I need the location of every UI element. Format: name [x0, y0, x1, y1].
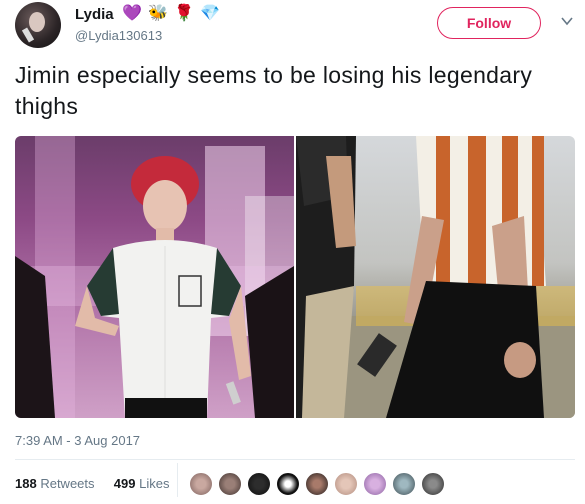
- likes-stat[interactable]: 499 Likes: [114, 476, 170, 491]
- retweets-count: 188: [15, 476, 37, 491]
- liker-avatar[interactable]: [421, 472, 445, 496]
- retweets-label: Retweets: [40, 476, 95, 491]
- retweets-stat[interactable]: 188 Retweets: [15, 476, 98, 491]
- liker-avatar[interactable]: [247, 472, 271, 496]
- liker-avatar[interactable]: [189, 472, 213, 496]
- purple-heart-emoji: 💜: [122, 5, 142, 22]
- user-avatar[interactable]: [15, 2, 61, 48]
- rose-emoji: 🌹: [174, 5, 194, 22]
- liker-avatar[interactable]: [334, 472, 358, 496]
- liker-avatar[interactable]: [305, 472, 329, 496]
- liker-avatar[interactable]: [218, 472, 242, 496]
- liker-avatar[interactable]: [392, 472, 416, 496]
- media-image-left[interactable]: [15, 136, 294, 418]
- user-display-name[interactable]: Lydia: [75, 6, 114, 23]
- liker-avatar[interactable]: [363, 472, 387, 496]
- tweet-timestamp[interactable]: 7:39 AM - 3 Aug 2017: [15, 433, 140, 448]
- chevron-down-icon[interactable]: [560, 14, 574, 28]
- tweet-stats: 188 Retweets 499 Likes: [15, 476, 169, 491]
- likes-count: 499: [113, 476, 136, 491]
- stats-divider: [15, 459, 575, 460]
- avatar-face: [29, 12, 45, 32]
- follow-button[interactable]: Follow: [437, 7, 541, 39]
- tweet-media[interactable]: [15, 136, 575, 418]
- bee-emoji: 🐝: [148, 5, 168, 22]
- media-image-right[interactable]: [296, 136, 575, 418]
- stats-separator: [177, 463, 178, 497]
- liker-avatar[interactable]: [276, 472, 300, 496]
- tweet-text: Jimin especially seems to be losing his …: [15, 62, 533, 119]
- user-handle[interactable]: @Lydia130613: [75, 28, 162, 43]
- gem-emoji: 💎: [200, 5, 220, 22]
- likes-label: Likes: [139, 476, 170, 491]
